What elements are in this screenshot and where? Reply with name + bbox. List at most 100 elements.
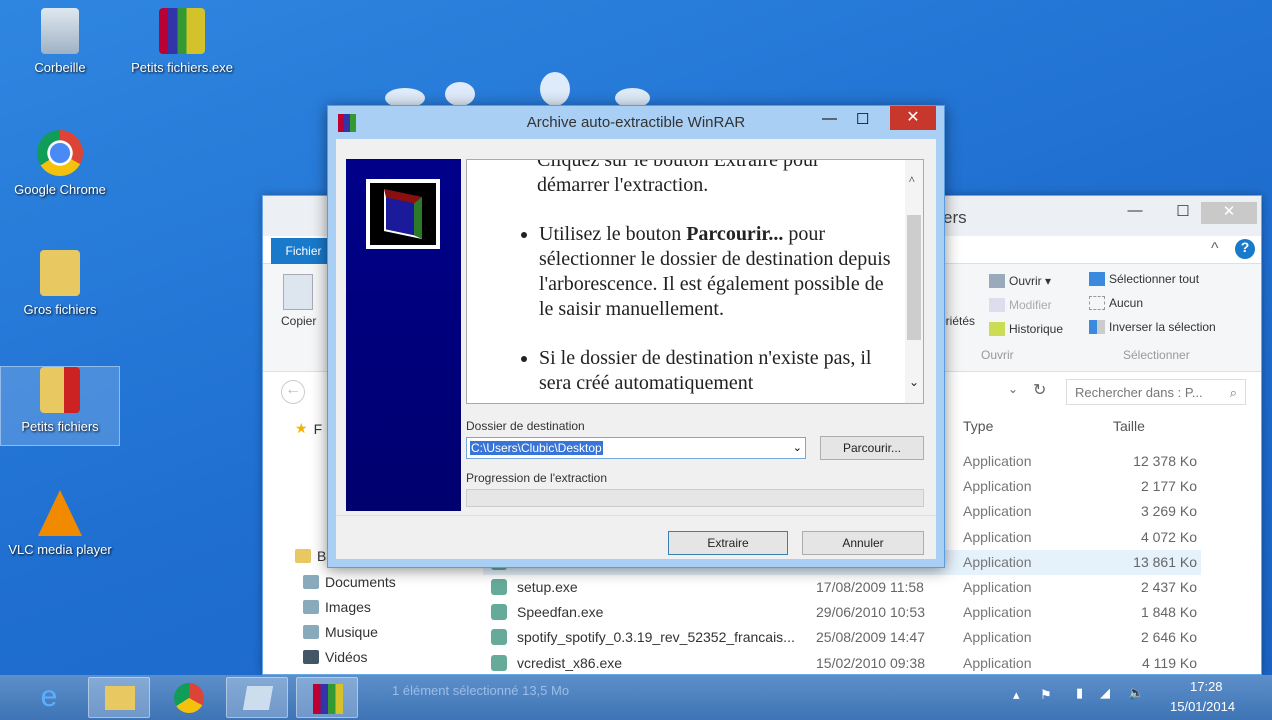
history-icon: [989, 322, 1005, 336]
address-dropdown[interactable]: ⌄: [1008, 382, 1018, 396]
search-input[interactable]: Rechercher dans : P... ⌕: [1066, 379, 1246, 405]
taskbar-chrome[interactable]: [158, 677, 220, 718]
open-button[interactable]: Ouvrir ▾: [989, 274, 1051, 288]
file-type: Application: [963, 604, 1032, 621]
close-button[interactable]: ✕: [890, 106, 936, 130]
nav-music[interactable]: Musique: [303, 624, 378, 640]
minimize-button[interactable]: —: [822, 110, 837, 127]
recycle-bin-icon: [41, 8, 79, 54]
refresh-button[interactable]: ↻: [1033, 380, 1046, 400]
winrar-logo-icon: [366, 179, 440, 249]
file-type: Application: [963, 553, 1032, 570]
label: Sélectionner tout: [1109, 272, 1200, 286]
label: Images: [325, 599, 371, 615]
battery-icon[interactable]: ▮: [1076, 685, 1083, 701]
nav-documents[interactable]: Documents: [303, 574, 396, 590]
file-size: 12 378 Ko: [1133, 453, 1197, 469]
minimize-button[interactable]: —: [1113, 202, 1157, 224]
file-size: 2 646 Ko: [1140, 629, 1197, 646]
file-size: 2 177 Ko: [1140, 478, 1197, 495]
internet-explorer-icon[interactable]: e: [18, 677, 80, 718]
folder-icon: [40, 367, 80, 413]
icon-label: Petits fichiers.exe: [131, 60, 233, 75]
file-name: setup.exe: [517, 579, 578, 595]
close-button[interactable]: ✕: [1201, 202, 1257, 224]
scrollbar[interactable]: ^ ⌄: [905, 160, 923, 403]
file-row[interactable]: vcredist_x86.exe 15/02/2010 09:38 Applicat…: [483, 651, 1201, 676]
file-name: spotify_spotify_0.3.19_rev_52352_francai…: [517, 629, 795, 646]
documents-icon: [303, 575, 319, 589]
action-center-flag-icon[interactable]: ⚑: [1040, 687, 1052, 703]
desktop-icon-google-chrome[interactable]: Google Chrome: [0, 130, 120, 197]
file-row[interactable]: setup.exe 17/08/2009 11:58 Application 2 43…: [483, 575, 1201, 600]
column-header-type[interactable]: Type: [963, 418, 993, 434]
extract-button[interactable]: Extraire: [668, 531, 788, 555]
desktop-icon-petits-fichiers-exe[interactable]: Petits fichiers.exe: [122, 8, 242, 75]
label: Historique: [1009, 322, 1064, 336]
help-icon[interactable]: ?: [1235, 239, 1255, 259]
volume-icon[interactable]: 🔈: [1128, 685, 1144, 701]
nav-videos[interactable]: Vidéos: [303, 649, 368, 665]
progress-label: Progression de l'extraction: [466, 471, 608, 485]
placeholder: Rechercher dans : P...: [1075, 385, 1203, 400]
browse-button[interactable]: Parcourir...: [820, 436, 924, 460]
modify-button[interactable]: Modifier: [989, 298, 1052, 312]
folder-icon: [40, 250, 80, 296]
nav-images[interactable]: Images: [303, 599, 371, 615]
history-button[interactable]: Historique: [989, 322, 1063, 336]
file-type: Application: [963, 478, 1032, 495]
instructions-text: Cliquez sur le bouton Extraire pour déma…: [466, 159, 924, 404]
maximize-button[interactable]: ☐: [856, 110, 869, 128]
file-date: 29/06/2010 10:53: [816, 604, 925, 621]
chrome-icon: [174, 683, 204, 713]
select-none-button[interactable]: Aucun: [1089, 296, 1143, 310]
show-hidden-icons[interactable]: ▴: [1013, 687, 1020, 703]
group-label: Ouvrir: [981, 348, 1014, 362]
nav-favorites[interactable]: ★ F: [295, 420, 322, 437]
scroll-down-icon[interactable]: ⌄: [909, 370, 919, 395]
file-type: Application: [963, 654, 1032, 671]
chevron-down-icon[interactable]: ⌄: [793, 441, 802, 454]
vlc-icon: [38, 490, 82, 536]
collapse-ribbon-icon[interactable]: ^: [1211, 240, 1219, 258]
scrollbar-thumb[interactable]: [907, 215, 921, 340]
file-row[interactable]: spotify_spotify_0.3.19_rev_52352_francai…: [483, 625, 1201, 650]
label: Inverser la sélection: [1109, 320, 1216, 334]
clock-date[interactable]: 15/01/2014: [1170, 699, 1235, 714]
copy-icon: [283, 274, 313, 310]
desktop-icon-vlc[interactable]: VLC media player: [0, 490, 120, 557]
file-size: 4 072 Ko: [1140, 528, 1197, 545]
clock-time[interactable]: 17:28: [1190, 679, 1223, 694]
videos-icon: [303, 650, 319, 664]
network-icon[interactable]: ◢: [1100, 685, 1110, 701]
file-size: 1 848 Ko: [1140, 604, 1197, 621]
taskbar-explorer[interactable]: [88, 677, 150, 718]
destination-combobox[interactable]: C:\Users\Clubic\Desktop ⌄: [466, 437, 806, 459]
label: Aucun: [1109, 296, 1144, 310]
destination-value: C:\Users\Clubic\Desktop: [470, 441, 603, 455]
taskbar-winrar[interactable]: [296, 677, 358, 718]
desktop-icon-gros-fichiers[interactable]: Gros fichiers: [0, 250, 120, 317]
nav-libraries[interactable]: B: [295, 548, 326, 564]
column-header-size[interactable]: Taille: [1113, 418, 1145, 434]
back-button[interactable]: ←: [281, 380, 305, 404]
desktop-icon-recycle-bin[interactable]: Corbeille: [0, 8, 120, 75]
file-type: Application: [963, 579, 1032, 595]
scroll-up-icon[interactable]: ^: [909, 168, 915, 193]
edit-icon: [989, 298, 1005, 312]
file-row[interactable]: Speedfan.exe 29/06/2010 10:53 Application 1…: [483, 600, 1201, 625]
maximize-button[interactable]: ☐: [1161, 202, 1205, 224]
label: Musique: [325, 624, 378, 640]
file-icon: [491, 654, 507, 671]
file-size: 13 861 Ko: [1133, 553, 1197, 570]
copy-button[interactable]: Copier: [281, 314, 316, 328]
desktop-icon-petits-fichiers[interactable]: Petits fichiers: [0, 366, 120, 446]
group-label: Sélectionner: [1123, 348, 1190, 362]
select-all-button[interactable]: Sélectionner tout: [1089, 272, 1199, 286]
cancel-button[interactable]: Annuler: [802, 531, 924, 555]
invert-selection-icon: [1089, 320, 1105, 334]
invert-selection-button[interactable]: Inverser la sélection: [1089, 320, 1216, 334]
text: Utilisez le bouton: [539, 223, 687, 245]
destination-label: Dossier de destination: [466, 419, 585, 433]
taskbar-app[interactable]: [226, 677, 288, 718]
